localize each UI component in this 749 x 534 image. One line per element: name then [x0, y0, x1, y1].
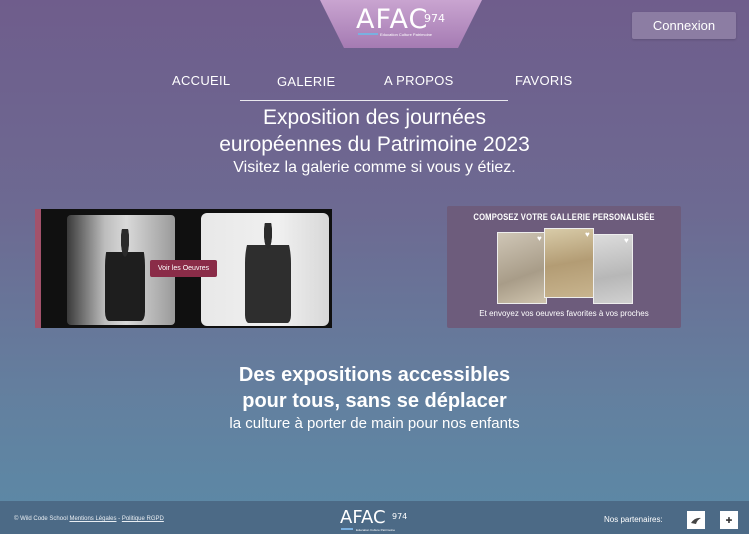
partner-bird-icon	[691, 517, 701, 524]
privacy-policy-link[interactable]: Politique RGPD	[122, 516, 164, 522]
logo-number: 974	[424, 12, 445, 25]
logo-subtitle: Education Culture Patrimoine	[380, 32, 433, 37]
card-accent-bar	[35, 209, 41, 328]
tagline-line3: la culture à porter de main pour nos enf…	[229, 415, 520, 432]
heart-icon: ♥	[624, 236, 629, 245]
footer-logo-bar	[341, 528, 353, 530]
tagline-line1: Des expositions accessibles	[238, 364, 511, 386]
footer-logo-number: 974	[392, 512, 408, 521]
portrait-figure-2	[245, 223, 291, 323]
partner-cross-icon: ✚	[725, 515, 733, 525]
gallery-card-caption: Et envoyez vos oeuvres favorites à vos p…	[479, 309, 649, 318]
partner-logo-1[interactable]	[687, 511, 705, 529]
footer: © Wild Code School Mentions Légales - Po…	[0, 501, 749, 534]
portrait-figure-1	[105, 229, 145, 321]
gallery-card-title: COMPOSEZ VOTRE GALLERIE PERSONALISÉE	[473, 212, 655, 222]
footer-separator: -	[118, 516, 121, 522]
tagline-line2: pour tous, sans se déplacer	[242, 390, 507, 412]
nav-divider	[240, 100, 508, 101]
nav-item-galerie[interactable]: GALERIE	[277, 74, 335, 89]
hero-title-line2: européennes du Patrimoine 2023	[219, 133, 530, 156]
personal-gallery-card[interactable]: COMPOSEZ VOTRE GALLERIE PERSONALISÉE ♥ ♥…	[447, 206, 681, 328]
footer-logo-text[interactable]: AFAC	[340, 507, 386, 528]
partners-label: Nos partenaires:	[604, 515, 663, 524]
logo-text: AFAC	[356, 4, 429, 35]
partner-logo-2[interactable]: ✚	[720, 511, 738, 529]
copyright-text: © Wild Code School	[14, 516, 68, 522]
legal-notice-link[interactable]: Mentions Légales	[69, 516, 116, 522]
heart-icon: ♥	[537, 234, 542, 243]
header-logo[interactable]: AFAC 974 Education Culture Patrimoine	[320, 0, 482, 48]
login-button[interactable]: Connexion	[632, 12, 736, 39]
heart-icon: ♥	[585, 230, 590, 239]
footer-copyright-line: © Wild Code School Mentions Légales - Po…	[14, 516, 164, 522]
footer-logo-subtitle: Education Culture Patrimoine	[356, 528, 396, 532]
nav-item-favoris[interactable]: FAVORIS	[515, 73, 572, 88]
view-works-button[interactable]: Voir les Oeuvres	[150, 260, 217, 277]
hero-subtitle: Visitez la galerie comme si vous y étiez…	[233, 159, 516, 176]
nav-item-accueil[interactable]: ACCUEIL	[172, 73, 230, 88]
logo-bar	[358, 33, 378, 35]
hero-title-line1: Exposition des journées	[263, 106, 486, 129]
nav-item-a-propos[interactable]: A PROPOS	[384, 73, 454, 88]
